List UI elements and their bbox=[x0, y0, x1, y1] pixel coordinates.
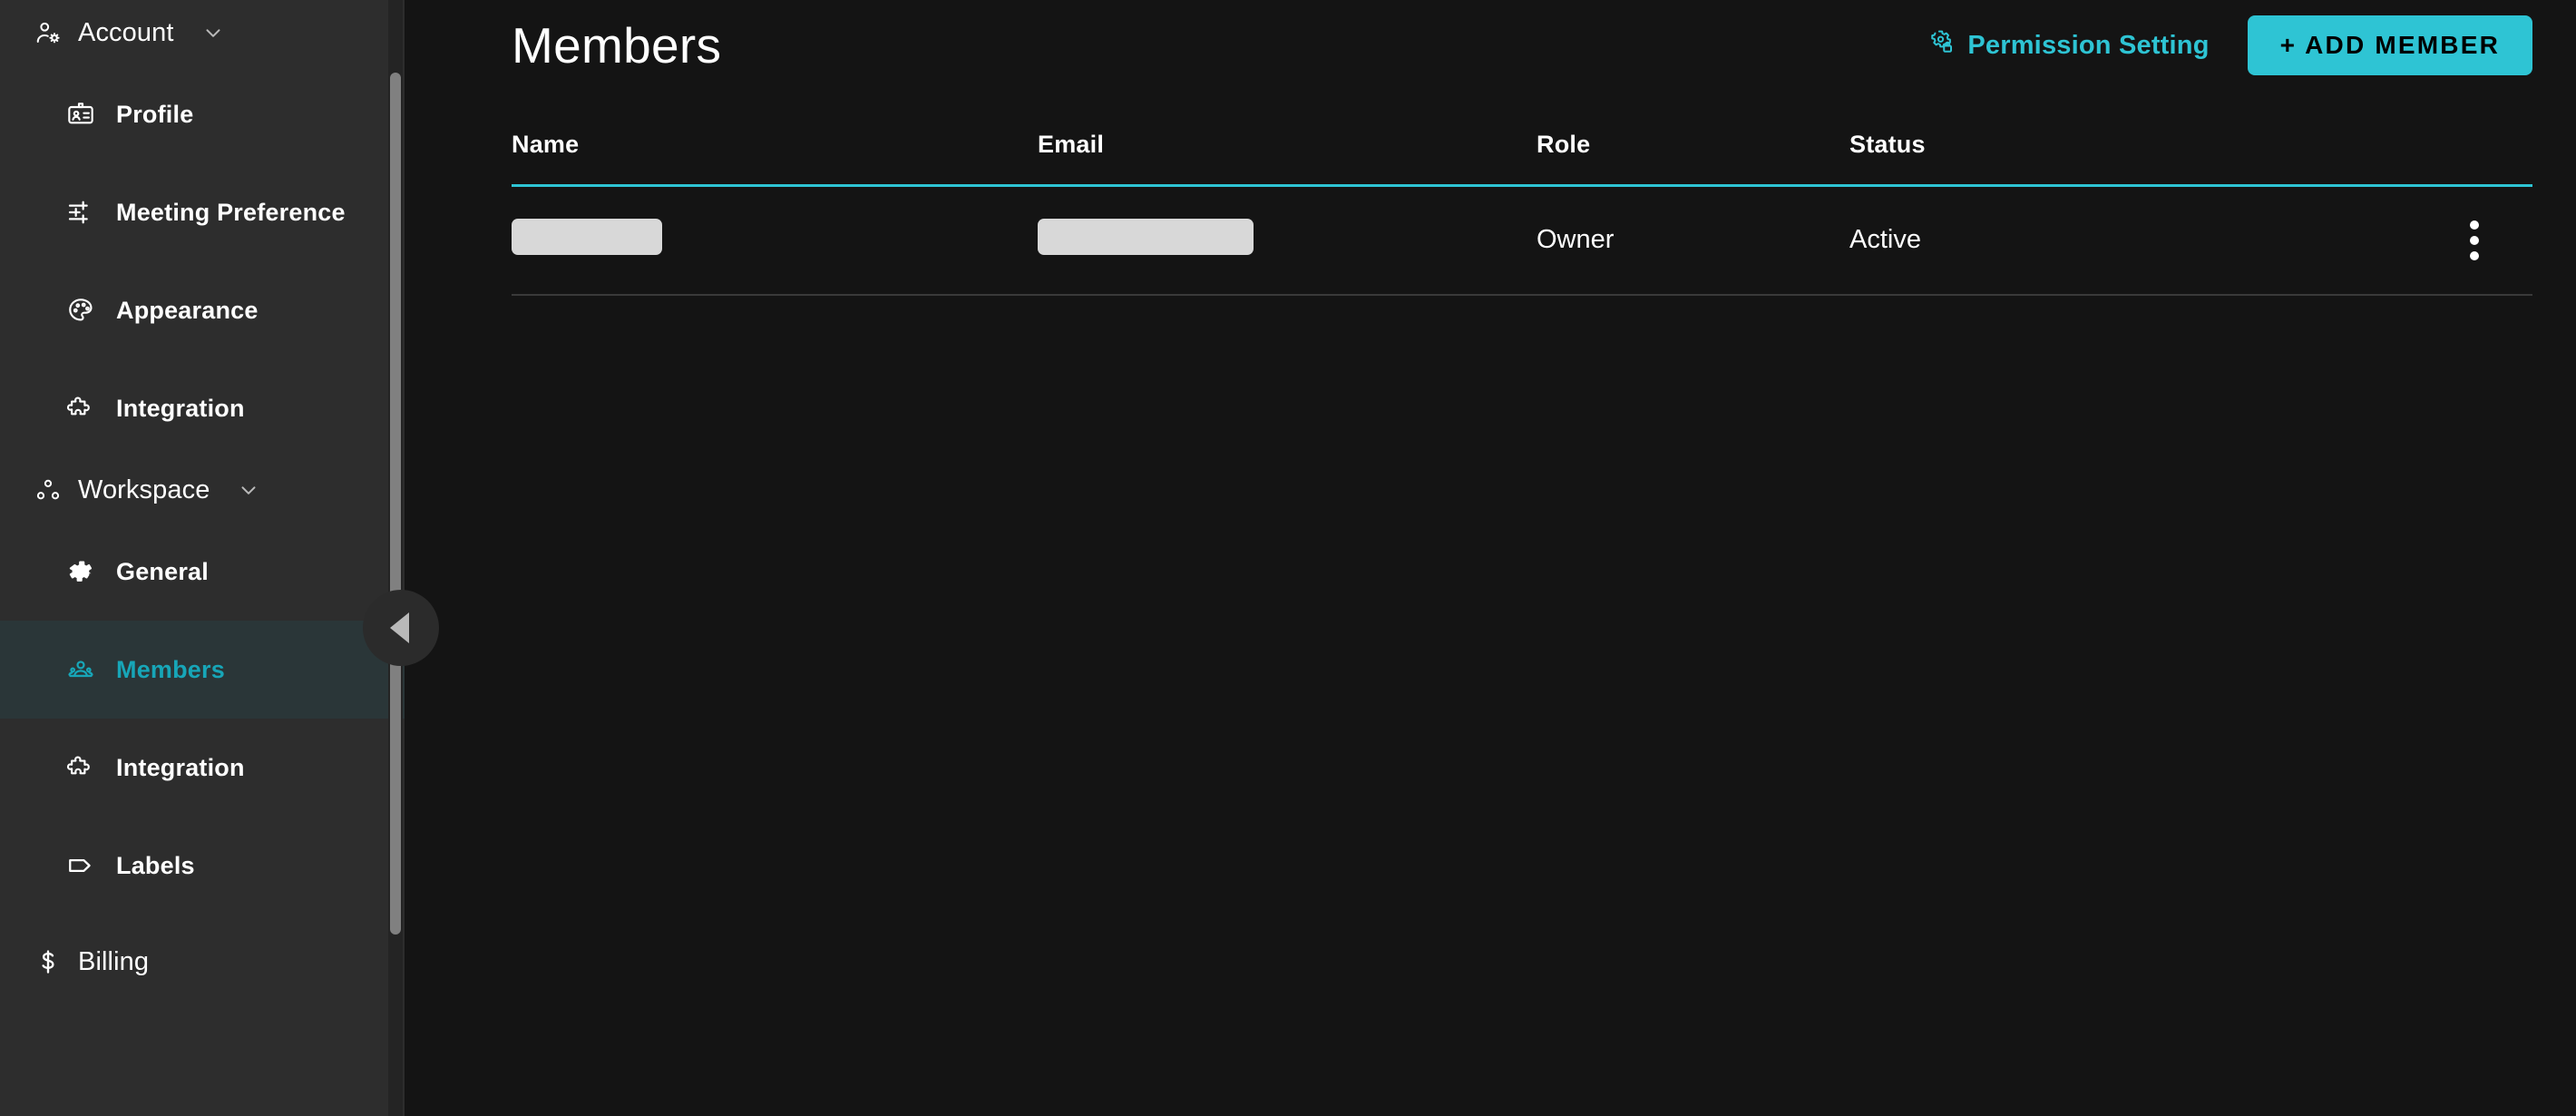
permission-setting-label: Permission Setting bbox=[1967, 30, 2210, 60]
puzzle-piece-icon bbox=[65, 393, 96, 424]
add-member-button[interactable]: + ADD MEMBER bbox=[2247, 15, 2532, 75]
column-header-status: Status bbox=[1849, 131, 2357, 187]
page-title: Members bbox=[512, 16, 722, 73]
chevron-down-icon bbox=[237, 478, 260, 502]
sidebar-item-label: Profile bbox=[116, 100, 194, 128]
gear-lock-icon bbox=[1927, 28, 1955, 63]
table-head: Name Email Role Status bbox=[512, 131, 2532, 187]
permission-setting-button[interactable]: Permission Setting bbox=[1927, 28, 2209, 63]
chevron-left-icon bbox=[389, 612, 409, 643]
column-header-actions bbox=[2357, 131, 2532, 187]
id-badge-icon bbox=[65, 99, 96, 130]
sidebar-item-label: Integration bbox=[116, 394, 245, 422]
dollar-icon bbox=[34, 948, 62, 975]
chevron-down-icon bbox=[201, 21, 225, 44]
cell-actions bbox=[2357, 185, 2532, 296]
sidebar-item-integration-workspace[interactable]: Integration bbox=[0, 719, 405, 817]
app-root: Account Profile Meeting Preference Appea… bbox=[0, 0, 2576, 1116]
collapse-sidebar-button[interactable] bbox=[363, 590, 439, 666]
redacted-email bbox=[1038, 218, 1254, 255]
cell-name bbox=[512, 185, 1038, 296]
sidebar-item-label: Billing bbox=[78, 946, 150, 976]
main-content: Members Permission Setting + ADD MEMBER … bbox=[405, 0, 2576, 1116]
tag-icon bbox=[65, 850, 96, 881]
table-body: Owner Active bbox=[512, 185, 2532, 296]
sidebar-item-label: Members bbox=[116, 655, 225, 683]
puzzle-piece-icon bbox=[65, 752, 96, 783]
sidebar-item-label: Integration bbox=[116, 753, 245, 781]
sidebar-group-label: Account bbox=[78, 17, 174, 47]
page-header: Members Permission Setting + ADD MEMBER bbox=[405, 0, 2576, 91]
header-actions: Permission Setting + ADD MEMBER bbox=[1927, 15, 2532, 75]
sidebar-item-members[interactable]: Members bbox=[0, 621, 405, 719]
sidebar-item-label: Appearance bbox=[116, 296, 259, 324]
account-gear-icon bbox=[34, 19, 62, 46]
column-header-name: Name bbox=[512, 131, 1038, 187]
sidebar-item-integration-account[interactable]: Integration bbox=[0, 359, 405, 457]
sidebar-scrollbar-thumb[interactable] bbox=[390, 73, 401, 935]
sidebar-group-account[interactable]: Account bbox=[0, 0, 405, 65]
palette-icon bbox=[65, 295, 96, 326]
column-header-email: Email bbox=[1038, 131, 1537, 187]
cell-email bbox=[1038, 185, 1537, 296]
sidebar-item-general[interactable]: General bbox=[0, 523, 405, 621]
sidebar-scroll-area: Account Profile Meeting Preference Appea… bbox=[0, 0, 405, 1116]
redacted-name bbox=[512, 218, 662, 255]
table-row: Owner Active bbox=[512, 185, 2532, 296]
cell-status: Active bbox=[1849, 185, 2357, 296]
table-header-row: Name Email Role Status bbox=[512, 131, 2532, 187]
sidebar: Account Profile Meeting Preference Appea… bbox=[0, 0, 405, 1116]
column-header-role: Role bbox=[1537, 131, 1849, 187]
sidebar-item-label: General bbox=[116, 557, 209, 585]
sliders-icon bbox=[65, 197, 96, 228]
members-table: Name Email Role Status Owner Active bbox=[512, 131, 2532, 296]
sidebar-item-label: Meeting Preference bbox=[116, 198, 346, 226]
sidebar-item-billing[interactable]: Billing bbox=[0, 929, 405, 994]
members-table-container: Name Email Role Status Owner Active bbox=[405, 131, 2576, 296]
sidebar-item-label: Labels bbox=[116, 851, 195, 879]
more-vertical-icon[interactable] bbox=[2447, 220, 2502, 260]
workspace-dots-icon bbox=[34, 476, 62, 504]
sidebar-item-appearance[interactable]: Appearance bbox=[0, 261, 405, 359]
sidebar-item-labels[interactable]: Labels bbox=[0, 817, 405, 915]
gear-icon bbox=[65, 556, 96, 587]
sidebar-item-profile[interactable]: Profile bbox=[0, 65, 405, 163]
cell-role: Owner bbox=[1537, 185, 1849, 296]
sidebar-item-meeting-preference[interactable]: Meeting Preference bbox=[0, 163, 405, 261]
sidebar-group-label: Workspace bbox=[78, 475, 210, 504]
people-icon bbox=[65, 654, 96, 685]
sidebar-group-workspace[interactable]: Workspace bbox=[0, 457, 405, 523]
